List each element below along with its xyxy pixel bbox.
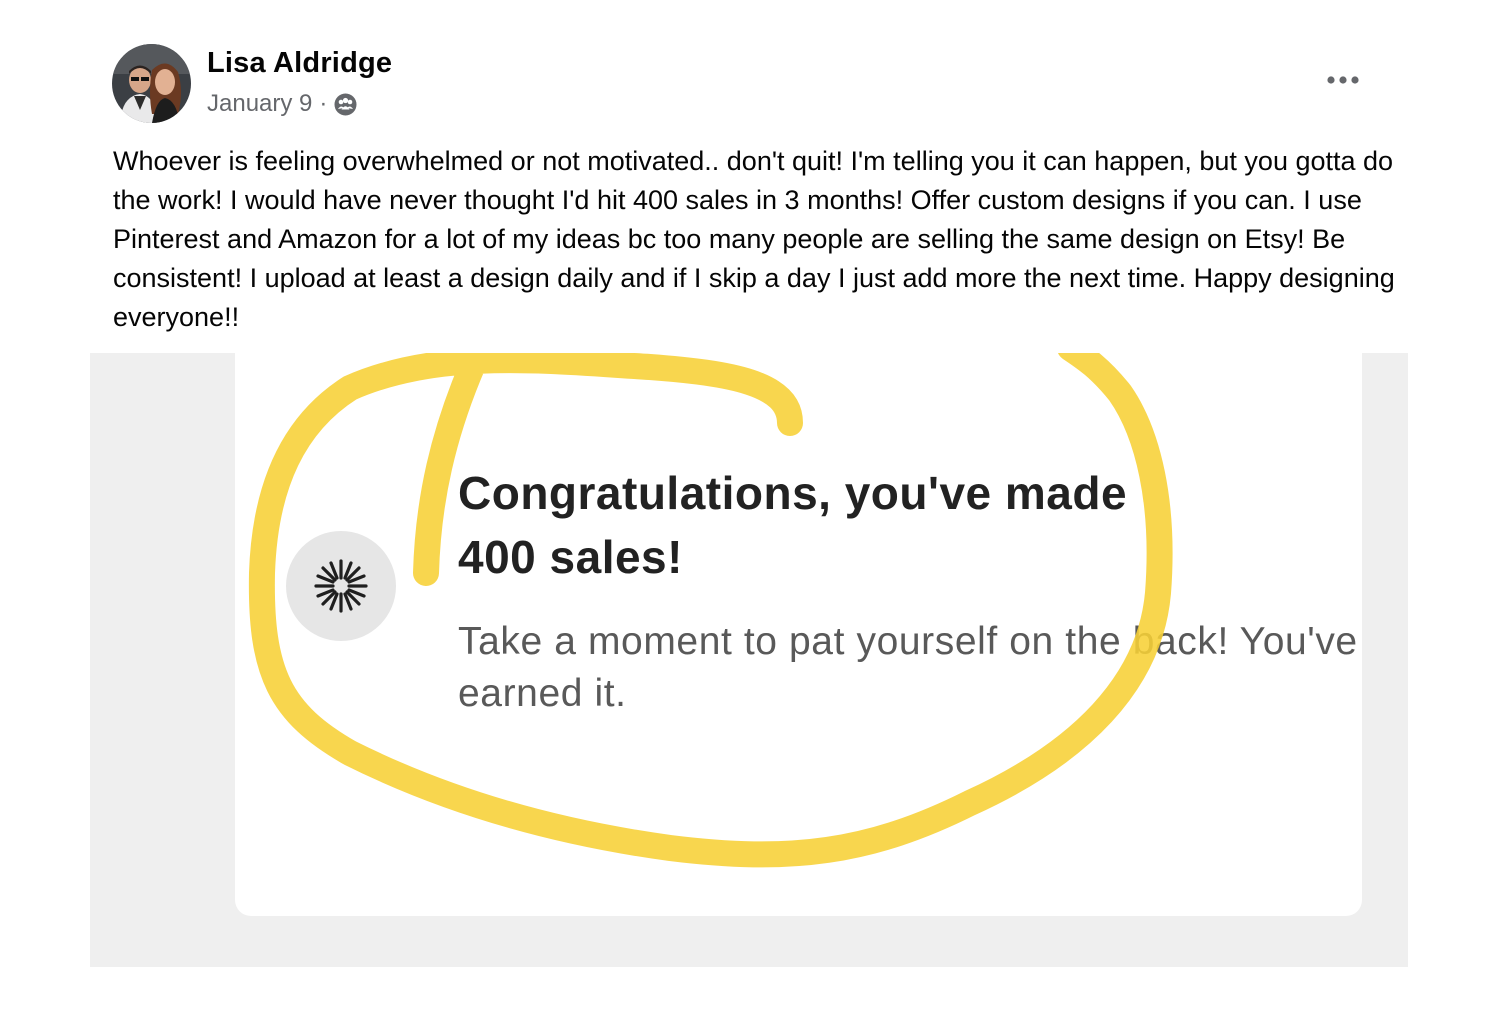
post-text: Whoever is feeling overwhelmed or not mo… (113, 146, 1395, 332)
more-options-icon[interactable] (1318, 62, 1368, 98)
avatar[interactable] (112, 44, 191, 123)
facebook-post: Lisa Aldridge January 9 · Whoever is fee… (0, 0, 1500, 1011)
congrats-title: Congratulations, you've made 400 sales! (458, 467, 1128, 583)
meta-separator: · (319, 90, 328, 117)
post-date[interactable]: January 9 (207, 90, 312, 118)
image-right-margin (1362, 353, 1408, 916)
author-name[interactable]: Lisa Aldridge (207, 47, 392, 80)
congrats-subtitle: Take a moment to pat yourself on the bac… (458, 620, 1358, 715)
post-meta: January 9 · (207, 90, 358, 118)
image-left-margin (90, 353, 198, 916)
group-audience-icon[interactable] (333, 92, 358, 117)
post-image[interactable]: Congratulations, you've made 400 sales! … (90, 353, 1408, 967)
sunburst-icon (286, 531, 396, 641)
